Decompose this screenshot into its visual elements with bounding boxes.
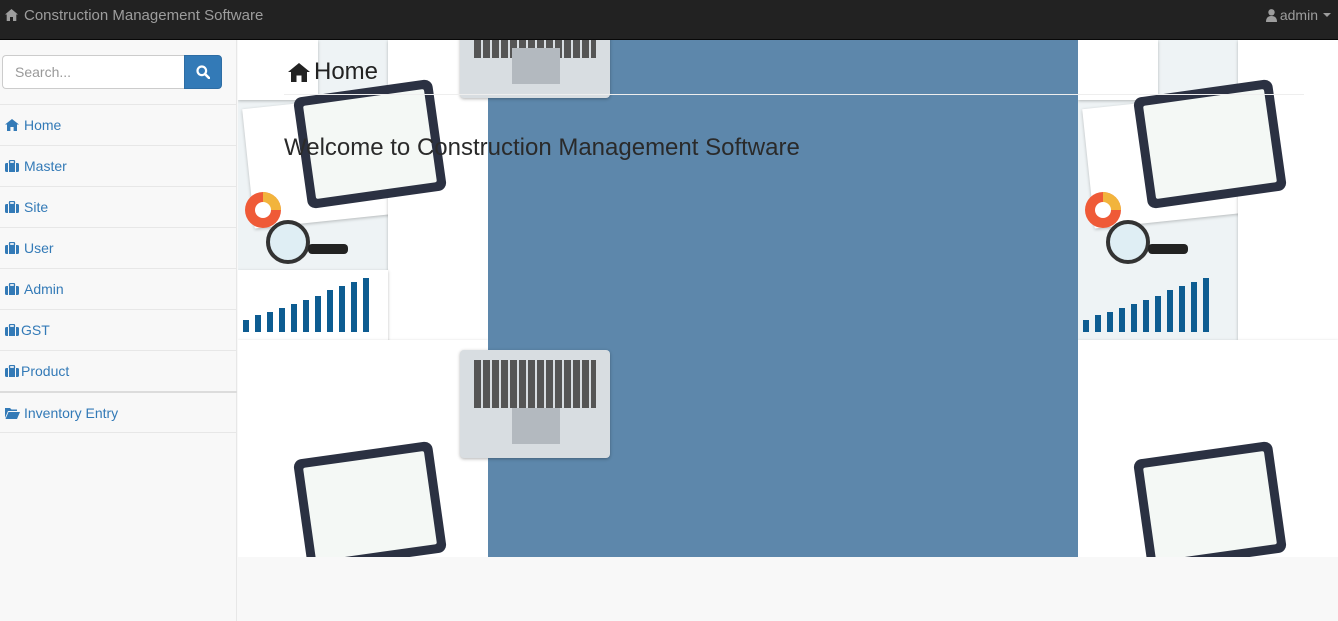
laptop-illustration [488,350,610,458]
sidebar-item-user[interactable]: User [0,227,237,268]
laptop-illustration [460,350,488,458]
brand-link[interactable]: Construction Management Software [5,0,263,30]
top-navbar: Construction Management Software admin [0,0,1338,40]
user-name: admin [1279,7,1318,23]
sidebar: Home Master Site User Admin [0,40,237,621]
sidebar-item-home[interactable]: Home [0,104,237,145]
sidebar-item-label: Admin [24,281,64,297]
briefcase-icon [5,324,19,336]
sidebar-item-label: Master [24,158,67,174]
briefcase-icon [5,283,19,295]
brand-text: Construction Management Software [24,6,264,24]
welcome-message: Welcome to Construction Management Softw… [284,134,800,161]
tablet-illustration [1132,78,1288,210]
folder-open-icon [5,407,20,419]
magnifier-illustration [266,220,348,264]
laptop-illustration [488,40,610,98]
tablet-illustration [1132,440,1288,557]
briefcase-icon [5,201,19,213]
sidebar-item-label: Site [24,199,49,215]
sidebar-item-admin[interactable]: Admin [0,268,237,309]
briefcase-icon [5,365,19,377]
page-title: Home [288,58,378,86]
collage-left [238,40,488,557]
search-icon [196,65,210,79]
sidebar-item-product[interactable]: Product [0,350,237,391]
collage-right [1078,40,1338,557]
user-dropdown[interactable]: admin [1265,0,1331,30]
sidebar-nav: Home Master Site User Admin GST Product … [0,104,237,433]
briefcase-icon [5,160,19,172]
search-input[interactable] [2,55,184,89]
sidebar-item-label: User [24,240,54,256]
search-button[interactable] [184,55,222,89]
collage-left-laptop-area [488,40,628,557]
tablet-illustration [292,440,448,557]
hero-background [238,40,1338,557]
laptop-illustration [460,40,488,98]
sidebar-item-master[interactable]: Master [0,145,237,186]
title-divider [284,94,1304,95]
sidebar-item-label: Inventory Entry [24,404,119,421]
page-title-text: Home [314,58,379,85]
home-icon [288,62,310,82]
sidebar-item-inventory-entry[interactable]: Inventory Entry [0,391,237,433]
sidebar-item-site[interactable]: Site [0,186,237,227]
caret-down-icon [1323,13,1331,17]
user-icon [1265,8,1277,22]
magnifier-illustration [1106,220,1188,264]
sidebar-item-label: GST [21,322,50,338]
briefcase-icon [5,242,19,254]
home-icon [5,9,18,21]
home-icon [5,119,19,131]
sidebar-item-label: Home [24,117,62,133]
sidebar-item-gst[interactable]: GST [0,309,237,350]
sidebar-item-label: Product [21,363,70,379]
sidebar-search [2,55,222,89]
